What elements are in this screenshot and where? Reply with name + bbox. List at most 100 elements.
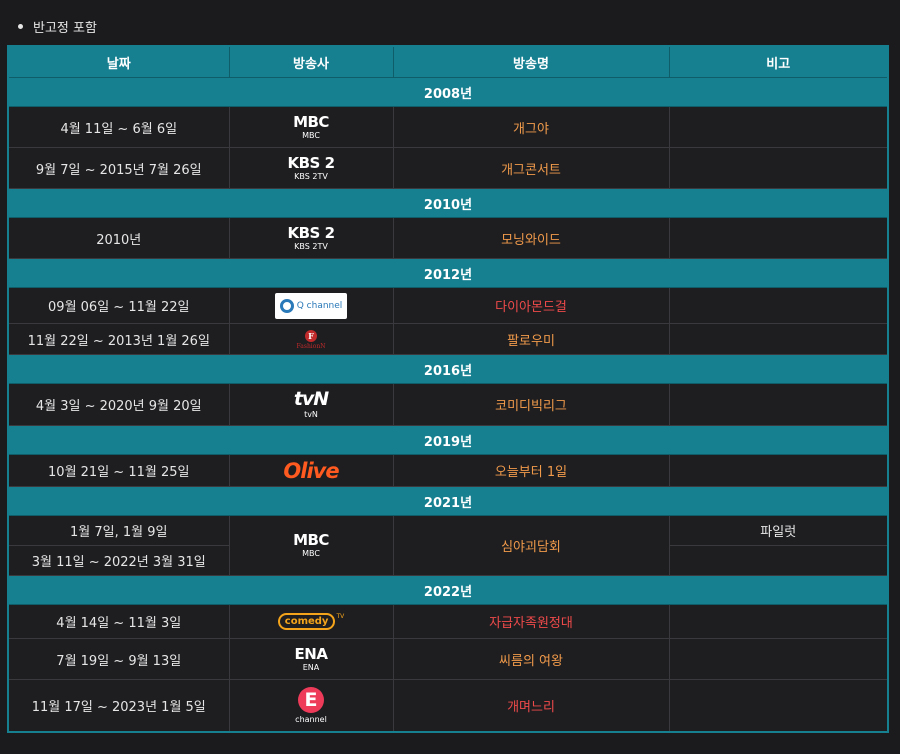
mbc-logo-icon: MBC MBC	[293, 112, 329, 140]
comedytv-main: comedy	[277, 613, 336, 630]
bullet-dot-icon	[18, 23, 23, 29]
date-cell: 4월 14일 ~ 11월 3일	[7, 604, 230, 639]
year-row-2019: 2019년	[7, 425, 889, 455]
table-row: 4월 11일 ~ 6월 6일 MBC MBC 개그야	[7, 106, 889, 148]
program-link[interactable]: 씨름의 여왕	[392, 638, 670, 680]
logo-sub-text: ENA	[302, 662, 320, 672]
note-cell: 파일럿	[668, 515, 889, 546]
program-link[interactable]: 다이아몬드걸	[392, 287, 670, 324]
program-link[interactable]: 코미디빅리그	[392, 383, 670, 426]
logo-main-text: KBS 2	[287, 153, 335, 172]
olive-logo-icon: Olive	[283, 458, 339, 483]
header-row: 날짜 방송사 방송명 비고	[7, 45, 889, 78]
date-cell: 4월 11일 ~ 6월 6일	[7, 106, 230, 148]
note-cell	[668, 383, 889, 426]
program-link[interactable]: 오늘부터 1일	[392, 454, 670, 487]
broadcaster-cell: Olive	[228, 454, 394, 487]
qchannel-ring-icon	[279, 298, 294, 313]
note-cell	[668, 545, 889, 576]
year-row-2008: 2008년	[7, 77, 889, 107]
note-cell	[668, 638, 889, 680]
table-row: 09월 06일 ~ 11월 22일 Q channel 다이아몬드걸	[7, 287, 889, 324]
note-cell	[668, 106, 889, 148]
program-link[interactable]: 자급자족원정대	[392, 604, 670, 639]
qchannel-text: Q channel	[296, 300, 343, 311]
year-label: 2022년	[7, 575, 889, 605]
year-label: 2019년	[7, 425, 889, 455]
fashionn-mark: F	[304, 330, 317, 342]
note-cell	[668, 287, 889, 324]
program-link[interactable]: 개그콘서트	[392, 147, 670, 189]
header-program: 방송명	[392, 45, 670, 78]
table-row: 11월 22일 ~ 2013년 1월 26일 F FashionN 팔로우미	[7, 323, 889, 355]
echannel-logo-icon: E channel	[295, 686, 327, 724]
program-link[interactable]: 모닝와이드	[392, 217, 670, 259]
logo-main-text: ENA	[294, 644, 328, 663]
date-cell: 10월 21일 ~ 11월 25일	[7, 454, 230, 487]
broadcaster-cell: comedy TV	[228, 604, 394, 639]
year-label: 2012년	[7, 258, 889, 288]
logo-main-text: MBC	[293, 531, 329, 549]
broadcast-table: 날짜 방송사 방송명 비고 2008년 4월 11일 ~ 6월 6일 MBC M…	[7, 45, 889, 733]
year-row-2016: 2016년	[7, 354, 889, 384]
date-cell: 11월 17일 ~ 2023년 1월 5일	[7, 679, 230, 732]
broadcaster-cell: MBC MBC	[228, 515, 394, 576]
table-row: 1월 7일, 1월 9일 MBC MBC 심야괴담회 파일럿	[7, 515, 889, 576]
date-cell: 09월 06일 ~ 11월 22일	[7, 287, 230, 324]
note-cell	[668, 454, 889, 487]
broadcaster-cell: Q channel	[228, 287, 394, 324]
date-cell: 1월 7일, 1월 9일	[7, 515, 230, 546]
echannel-mark: E	[298, 686, 324, 713]
header-date: 날짜	[7, 45, 230, 78]
note-cell	[668, 679, 889, 732]
date-cell: 11월 22일 ~ 2013년 1월 26일	[7, 323, 230, 355]
logo-sub-text: MBC	[302, 130, 320, 140]
year-label: 2008년	[7, 77, 889, 107]
logo-main-text: MBC	[293, 112, 329, 131]
year-label: 2010년	[7, 188, 889, 218]
note-cell	[668, 323, 889, 355]
date-cell: 9월 7일 ~ 2015년 7월 26일	[7, 147, 230, 189]
table-row: 10월 21일 ~ 11월 25일 Olive 오늘부터 1일	[7, 454, 889, 487]
year-row-2010: 2010년	[7, 188, 889, 218]
date-cell: 4월 3일 ~ 2020년 9월 20일	[7, 383, 230, 426]
date-cell: 3월 11일 ~ 2022년 3월 31일	[7, 545, 230, 576]
broadcaster-cell: ENA ENA	[228, 638, 394, 680]
logo-sub-text: KBS 2TV	[294, 241, 328, 251]
logo-sub-text: MBC	[302, 549, 320, 558]
note-cell	[668, 147, 889, 189]
broadcaster-cell: MBC MBC	[228, 106, 394, 148]
qchannel-logo-icon: Q channel	[275, 292, 347, 319]
table-row: 4월 14일 ~ 11월 3일 comedy TV 자급자족원정대	[7, 604, 889, 639]
year-row-2022: 2022년	[7, 575, 889, 605]
date-cell: 2010년	[7, 217, 230, 259]
note-cell	[668, 604, 889, 639]
bullet-text: 반고정 포함	[33, 20, 97, 36]
program-link[interactable]: 심야괴담회	[392, 515, 670, 576]
note-cell	[668, 217, 889, 259]
bullet-line: 반고정 포함	[18, 16, 97, 36]
broadcaster-cell: KBS 2 KBS 2TV	[228, 147, 394, 189]
header-note: 비고	[668, 45, 889, 78]
kbs2-logo-icon: KBS 2 KBS 2TV	[287, 225, 335, 251]
year-label: 2021년	[7, 486, 889, 516]
broadcaster-cell: F FashionN	[228, 323, 394, 355]
table-row: 11월 17일 ~ 2023년 1월 5일 E channel 개며느리	[7, 679, 889, 732]
comedytv-logo-icon: comedy TV	[277, 613, 345, 630]
fashionn-logo-icon: F FashionN	[297, 330, 325, 350]
echannel-sub-text: channel	[295, 714, 327, 724]
program-link[interactable]: 개그야	[392, 106, 670, 148]
logo-main-text: tvN	[293, 388, 329, 410]
program-link[interactable]: 개며느리	[392, 679, 670, 732]
logo-sub-text: KBS 2TV	[294, 171, 328, 181]
program-link[interactable]: 팔로우미	[392, 323, 670, 355]
broadcaster-cell: KBS 2 KBS 2TV	[228, 217, 394, 259]
date-cell: 7월 19일 ~ 9월 13일	[7, 638, 230, 680]
logo-sub-text: tvN	[304, 410, 318, 419]
table-row: 2010년 KBS 2 KBS 2TV 모닝와이드	[7, 217, 889, 259]
ena-logo-icon: ENA ENA	[294, 644, 328, 672]
comedytv-tv: TV	[336, 613, 345, 620]
year-row-2012: 2012년	[7, 258, 889, 288]
header-broadcaster: 방송사	[228, 45, 394, 78]
broadcaster-cell: tvN tvN	[228, 383, 394, 426]
